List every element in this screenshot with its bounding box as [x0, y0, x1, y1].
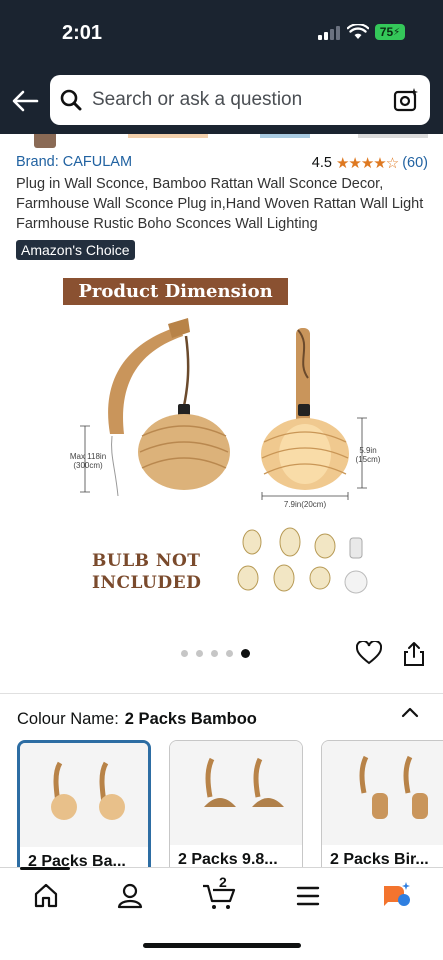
home-icon[interactable]	[26, 880, 66, 910]
colour-option-image	[170, 741, 302, 845]
carousel-dot[interactable]	[211, 650, 218, 657]
bulb-note-line2: INCLUDED	[92, 573, 202, 593]
amazons-choice-badge: Amazon's Choice	[16, 240, 135, 260]
colour-option-3[interactable]: 2 Packs Bir...	[321, 740, 443, 880]
colour-label: Colour Name:	[17, 710, 119, 728]
rufus-assistant-icon[interactable]	[378, 880, 418, 910]
colour-option-1[interactable]: 2 Packs Ba...	[17, 740, 151, 880]
star-rating-icon: ★★★★☆	[335, 155, 399, 172]
share-icon[interactable]	[403, 641, 425, 667]
dimension-shade-label: 5.9in (15cm)	[355, 446, 381, 464]
dimension-height-label: Max 118in (300cm)	[69, 452, 107, 470]
search-icon	[60, 89, 82, 111]
carousel-dot[interactable]	[226, 650, 233, 657]
camera-search-icon[interactable]	[392, 86, 420, 114]
rating-count[interactable]: (60)	[402, 155, 428, 171]
colour-option-image	[322, 741, 443, 845]
dimension-width-label: 7.9in(20cm)	[283, 500, 327, 509]
active-tab-indicator	[20, 867, 70, 870]
chevron-up-icon[interactable]	[400, 705, 420, 719]
status-time: 2:01	[62, 22, 103, 44]
brand-link[interactable]: Brand: CAFULAM	[16, 154, 132, 170]
search-input[interactable]: Search or ask a question	[92, 89, 302, 111]
brand-rating-row: Brand: CAFULAM 4.5 ★★★★☆ (60)	[16, 154, 428, 172]
carousel-dot[interactable]	[196, 650, 203, 657]
colour-selection-row: Colour Name: 2 Packs Bamboo	[17, 710, 257, 729]
bulb-note-line1: BULB NOT	[92, 551, 201, 571]
colour-option-image	[20, 743, 148, 847]
cart-count: 2	[219, 874, 227, 890]
product-dimension-banner: Product Dimension	[63, 278, 288, 305]
colour-option-2[interactable]: 2 Packs 9.8...	[169, 740, 303, 880]
section-divider	[0, 693, 443, 694]
carousel-dot-active[interactable]	[241, 649, 250, 658]
bulb-not-included-note: BULB NOT INCLUDED	[92, 550, 201, 594]
wishlist-heart-icon[interactable]	[356, 641, 382, 665]
wifi-icon	[347, 24, 369, 39]
cart-button[interactable]: 2	[199, 874, 239, 910]
battery-indicator: 75 ⚡	[375, 24, 405, 40]
product-title: Plug in Wall Sconce, Bamboo Rattan Wall …	[16, 176, 424, 232]
status-bar: 2:01 75 ⚡	[0, 0, 443, 64]
account-icon[interactable]	[110, 880, 150, 910]
menu-icon[interactable]	[288, 880, 328, 910]
rating-summary[interactable]: 4.5 ★★★★☆ (60)	[312, 154, 428, 172]
back-arrow-icon[interactable]	[10, 88, 40, 114]
sponsored-strip-partial	[0, 134, 443, 148]
search-bar[interactable]: Search or ask a question	[50, 75, 430, 125]
image-carousel-dots[interactable]	[181, 649, 250, 658]
home-indicator	[143, 943, 301, 948]
signal-icon	[318, 26, 340, 40]
rating-value: 4.5	[311, 155, 332, 171]
carousel-dot[interactable]	[181, 650, 188, 657]
battery-level: 75	[379, 25, 394, 39]
selected-colour: 2 Packs Bamboo	[124, 710, 257, 728]
